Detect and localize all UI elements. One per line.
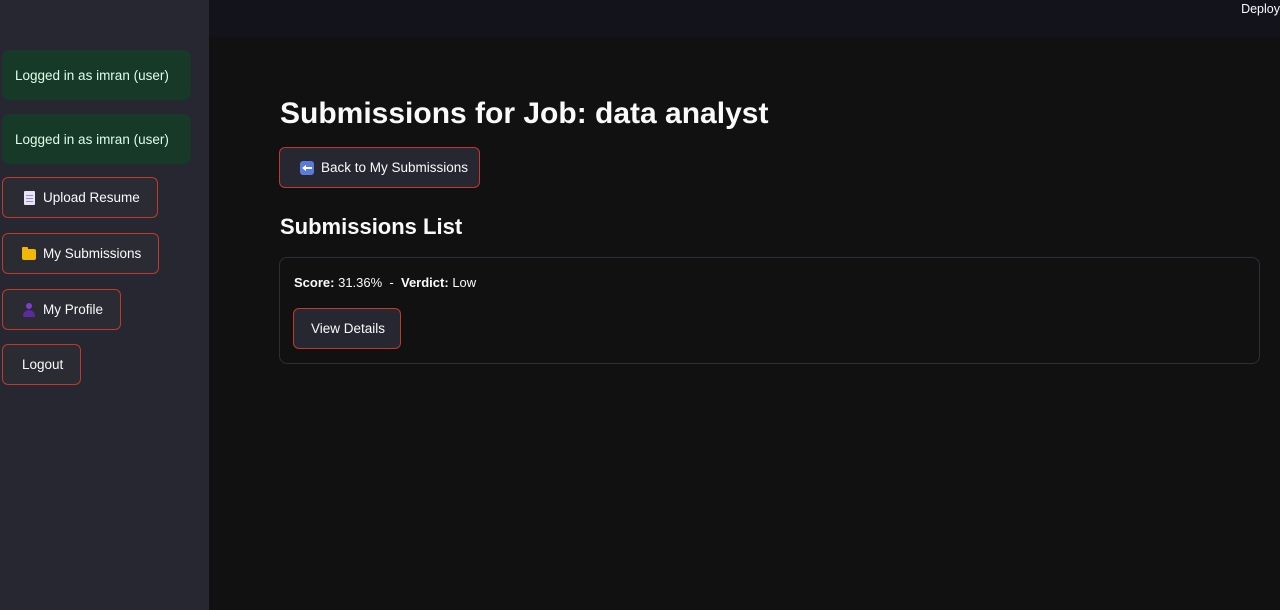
- login-status-alert: Logged in as imran (user): [2, 50, 191, 100]
- upload-resume-label: Upload Resume: [43, 190, 140, 205]
- sidebar: Logged in as imran (user) Logged in as i…: [0, 0, 209, 610]
- deploy-button[interactable]: Deploy: [1241, 2, 1280, 16]
- document-icon: [24, 190, 35, 205]
- verdict-label: Verdict:: [401, 275, 449, 290]
- verdict-value: Low: [452, 275, 477, 290]
- view-details-button[interactable]: View Details: [293, 308, 401, 349]
- submission-card: Score: 31.36% - Verdict: Low View Detail…: [279, 257, 1260, 364]
- login-status-text: Logged in as imran (user): [15, 67, 169, 83]
- logout-label: Logout: [22, 357, 64, 372]
- my-submissions-label: My Submissions: [43, 246, 142, 261]
- score-line: Score: 31.36% - Verdict: Low: [294, 275, 476, 290]
- score-separator: -: [385, 275, 398, 290]
- page-title: Submissions for Job: data analyst: [280, 97, 769, 130]
- section-title: Submissions List: [280, 214, 463, 239]
- person-icon: [22, 302, 36, 317]
- view-details-label: View Details: [311, 321, 386, 336]
- back-arrow-icon: [300, 160, 314, 175]
- score-value: 31.36%: [338, 275, 383, 290]
- main-content: Submissions for Job: data analyst Back t…: [209, 37, 1280, 610]
- back-button-label: Back to My Submissions: [321, 160, 469, 175]
- my-submissions-button[interactable]: My Submissions: [2, 233, 160, 274]
- my-profile-button[interactable]: My Profile: [2, 289, 122, 330]
- back-to-submissions-button[interactable]: Back to My Submissions: [279, 147, 480, 188]
- login-status-alert: Logged in as imran (user): [2, 114, 191, 164]
- app-window: Logged in as imran (user) Logged in as i…: [0, 0, 1280, 610]
- top-header: Deploy: [209, 0, 1280, 37]
- upload-resume-button[interactable]: Upload Resume: [2, 177, 158, 218]
- logout-button[interactable]: Logout: [2, 344, 82, 385]
- login-status-text: Logged in as imran (user): [15, 131, 169, 147]
- my-profile-label: My Profile: [43, 302, 104, 317]
- folder-icon: [22, 247, 36, 260]
- score-label: Score:: [294, 275, 335, 290]
